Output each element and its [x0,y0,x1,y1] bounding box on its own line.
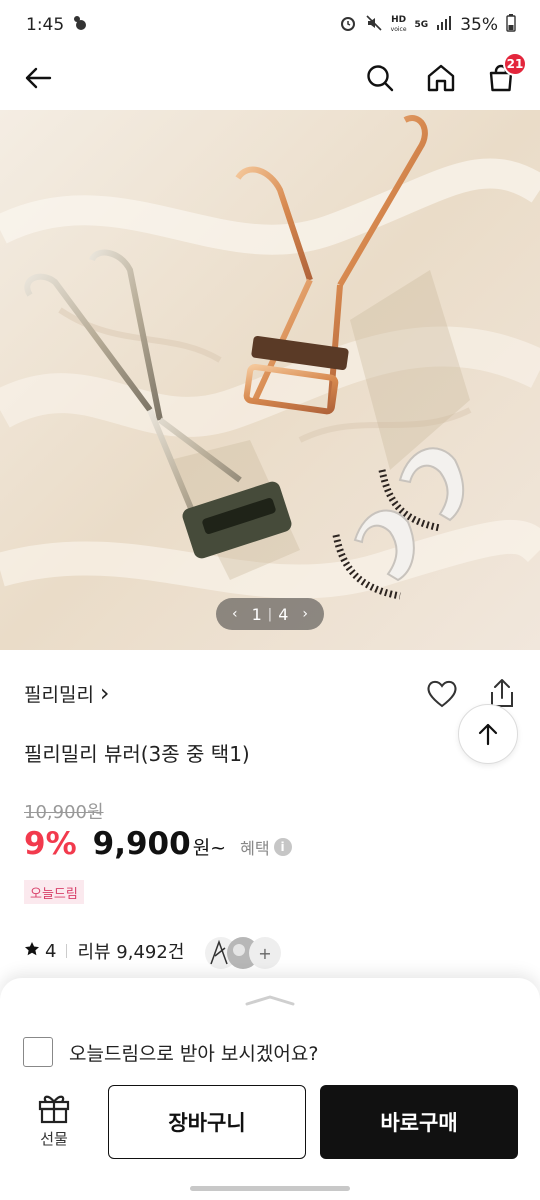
alarm-icon [339,14,357,37]
benefit-label: 혜택 [240,839,270,858]
discount-rate: 9% [24,826,77,862]
pager-total: 4 [278,604,289,624]
mute-icon [365,14,383,37]
image-pager: ‹ 1 | 4 › [216,598,324,630]
network-type-label: 5G [414,19,429,30]
price-row: 9% 9,900 원~ 혜택 i [24,826,292,862]
eyelash-curler-photo [0,110,540,650]
prev-image-button[interactable]: ‹ [224,606,246,622]
cart-count-badge: 21 [503,52,527,76]
pager-separator: | [267,606,273,622]
back-button[interactable] [18,58,58,98]
reviewer-avatar-stack: + [205,937,281,969]
brand-name: 필리밀리 [24,684,94,706]
chevron-right-icon: › [99,679,110,707]
today-delivery-checkbox[interactable] [23,1037,53,1067]
search-icon [367,65,394,92]
price-unit: 원~ [192,837,227,859]
arrow-left-icon [25,67,52,89]
buy-now-button[interactable]: 바로구매 [320,1085,518,1159]
delivery-tag: 오늘드림 [24,880,84,904]
hd-voice-icon: HD voice [391,16,407,34]
scroll-to-top-button[interactable] [458,704,518,764]
next-image-button[interactable]: › [294,606,316,622]
benefit-info-button[interactable]: 혜택 i [240,835,292,859]
search-button[interactable] [360,58,400,98]
today-delivery-label: 오늘드림으로 받아 보시겠어요? [69,1042,319,1065]
arrow-up-icon [478,723,498,746]
rating-value: 4 [45,940,57,962]
product-title: 필리밀리 뷰러(3종 중 택1) [24,742,250,766]
purchase-bottom-sheet: 오늘드림으로 받아 보시겠어요? 선물 장바구니 바로구매 [0,978,540,1200]
wishlist-button[interactable] [424,676,460,712]
battery-level: 35% [460,15,498,35]
hd-label: HD [391,15,407,25]
home-button[interactable] [421,58,461,98]
gift-button[interactable]: 선물 [26,1092,82,1154]
app-notification-icon [72,15,88,36]
status-time: 1:45 [26,15,65,35]
today-delivery-option[interactable]: 오늘드림으로 받아 보시겠어요? [23,1037,318,1067]
star-icon [24,941,40,962]
gift-label: 선물 [40,1130,68,1148]
info-icon: i [273,838,292,856]
cart-button[interactable]: 21 [481,52,527,98]
more-avatars-icon: + [258,944,271,963]
sheet-handle[interactable] [244,992,296,1006]
pager-current: 1 [251,604,262,624]
review-count: 리뷰 9,492건 [77,942,185,963]
home-icon [427,64,455,92]
chevron-up-icon [245,995,295,1006]
battery-icon [506,13,516,37]
add-to-cart-button[interactable]: 장바구니 [108,1085,306,1159]
sale-price: 9,900 [92,826,191,862]
divider [66,944,68,958]
voice-label: voice [390,26,407,33]
top-navigation: 21 [0,50,540,106]
product-image[interactable] [0,110,540,650]
brand-link[interactable]: 필리밀리 › [24,680,110,707]
home-indicator[interactable] [190,1186,350,1191]
gift-icon [38,1095,70,1124]
original-price: 10,900원 [24,802,104,823]
status-bar: 1:45 HD voice 5G 35% [0,0,540,50]
signal-icon [436,15,452,36]
review-photo-avatars[interactable]: + [205,934,285,972]
review-summary[interactable]: 4 리뷰 9,492건 [24,938,184,964]
heart-icon [427,680,457,708]
